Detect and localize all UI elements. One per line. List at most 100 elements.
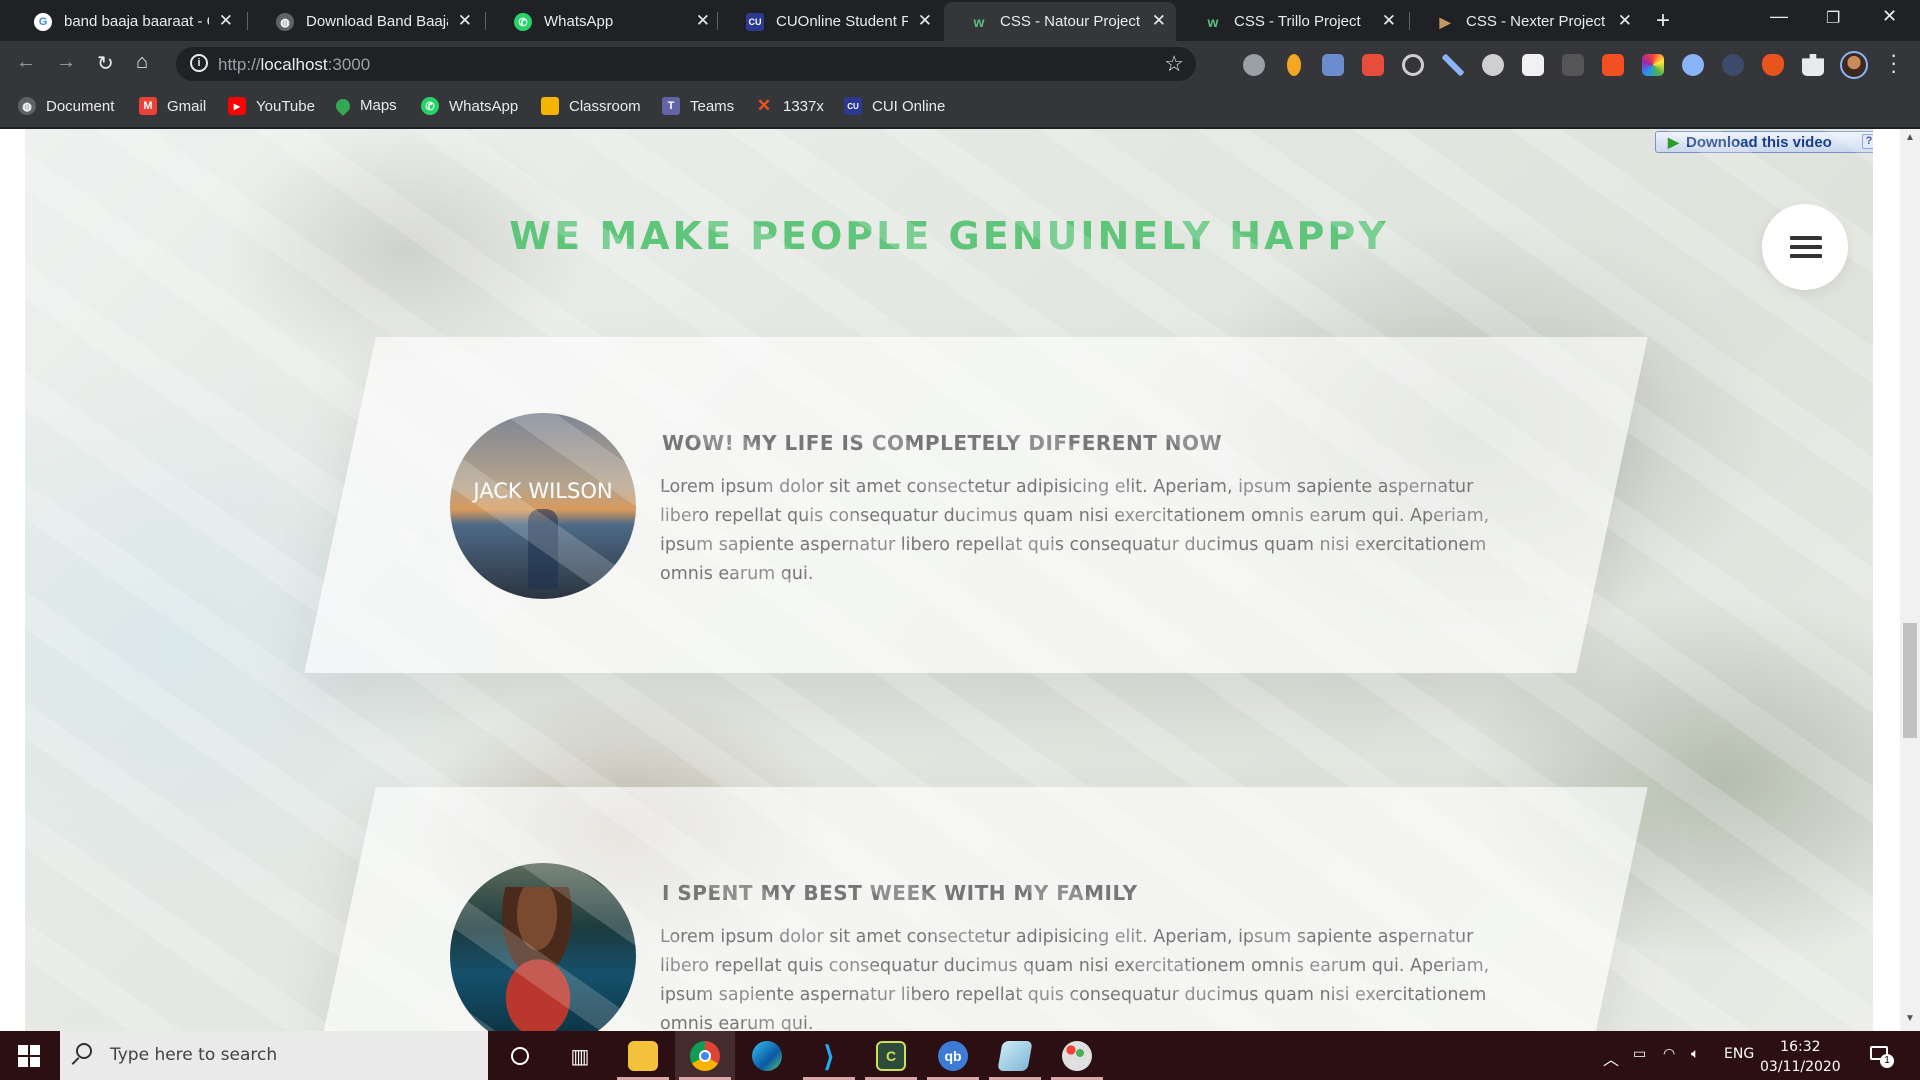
tab-cuonline[interactable]: CU CUOnline Student Portal ✕ <box>720 2 942 41</box>
wifi-icon[interactable]: ◠ <box>1663 1046 1675 1062</box>
taskbar-vscode[interactable]: ⟩ <box>799 1031 859 1080</box>
search-placeholder: Type here to search <box>110 1045 278 1065</box>
bookmark-youtube[interactable]: ▶ YouTube <box>228 97 315 115</box>
tab-natour-project[interactable]: ᴡ CSS - Natour Project ✕ <box>944 2 1176 41</box>
browser-toolbar: ← → ↻ ⌂ i http://localhost:3000 ☆ · · · <box>0 41 1920 88</box>
restore-button[interactable]: ❐ <box>1826 8 1840 28</box>
bookmark-gmail[interactable]: M Gmail <box>139 97 206 115</box>
extension-icon[interactable] <box>1402 54 1424 76</box>
chevron-up-icon[interactable]: ︿ <box>1603 1046 1619 1070</box>
tab-whatsapp[interactable]: ✆ WhatsApp ✕ <box>488 2 720 41</box>
bookmarks-bar: ◍ Document M Gmail ▶ YouTube Maps ✆ WhatsApp… <box>0 88 1920 128</box>
tab-trillo-project[interactable]: ᴡ CSS - Trillo Project ✕ <box>1178 2 1406 41</box>
story-photo[interactable] <box>450 863 636 1031</box>
taskbar-chrome[interactable] <box>675 1031 735 1080</box>
close-icon[interactable]: ✕ <box>219 11 233 31</box>
extension-icon[interactable] <box>1287 54 1301 76</box>
cui-icon: CU <box>746 13 764 31</box>
extension-icon[interactable] <box>1243 54 1265 76</box>
close-icon[interactable]: ✕ <box>1618 11 1632 31</box>
cui-icon: CU <box>844 97 862 115</box>
windows-taskbar: Type here to search ▥ ⟩ C qb ︿ ▭ ◠ 🔈︎ EN… <box>0 1031 1920 1080</box>
extension-icon[interactable] <box>1682 54 1704 76</box>
forward-arrow-icon[interactable]: → <box>56 51 76 74</box>
battery-icon[interactable]: ▭ <box>1633 1046 1646 1062</box>
whatsapp-icon: ✆ <box>421 97 439 115</box>
vertical-scrollbar[interactable]: ▲ ▼ <box>1900 129 1920 1031</box>
extension-icon[interactable] <box>1322 54 1344 76</box>
download-video-bar[interactable]: ▶ Download this video ? ✕ <box>1655 131 1895 153</box>
tab-title: band baaja baaraat - Google Search <box>64 13 209 30</box>
avatar[interactable] <box>1840 51 1868 79</box>
scroll-up-icon[interactable]: ▲ <box>1905 132 1915 143</box>
bookmark-classroom[interactable]: Classroom <box>541 97 641 115</box>
task-view-icon[interactable]: ▥ <box>563 1039 597 1073</box>
extension-icon[interactable] <box>1442 54 1464 76</box>
story-text: Lorem ipsum dolor sit amet consectetur a… <box>660 927 1490 1031</box>
minimize-button[interactable]: — <box>1770 6 1788 27</box>
bookmark-cui-online[interactable]: CU CUI Online <box>844 97 945 115</box>
extension-icon[interactable] <box>1362 54 1384 76</box>
story-card: I SPENT MY BEST WEEK WITH MY FAMILY Lore… <box>304 787 1648 1031</box>
notification-center-icon[interactable]: 1 <box>1870 1044 1894 1068</box>
bookmark-teams[interactable]: T Teams <box>662 97 734 115</box>
reload-icon[interactable]: ↻ <box>97 51 114 76</box>
story-photo[interactable]: Jack Wilson <box>450 413 636 599</box>
extension-icon[interactable] <box>1602 54 1624 76</box>
hamburger-icon <box>1790 236 1822 240</box>
close-icon[interactable]: ✕ <box>458 11 472 31</box>
taskbar-qbittorrent[interactable]: qb <box>923 1031 983 1080</box>
cortana-icon[interactable] <box>503 1039 537 1073</box>
bookmark-whatsapp[interactable]: ✆ WhatsApp <box>421 97 518 115</box>
scroll-down-icon[interactable]: ▼ <box>1905 1013 1915 1024</box>
tab-title: CSS - Natour Project <box>1000 13 1141 30</box>
taskbar-notepad[interactable] <box>985 1031 1045 1080</box>
natours-icon: ᴡ <box>1207 14 1219 30</box>
tab-nexter-project[interactable]: ▶ CSS - Nexter Project ✕ <box>1410 2 1642 41</box>
puzzle-icon[interactable] <box>1802 54 1824 76</box>
extension-icon[interactable] <box>1722 54 1744 76</box>
new-tab-button[interactable]: + <box>1656 7 1670 35</box>
address-bar[interactable]: i http://localhost:3000 ☆ <box>176 47 1196 81</box>
nexter-icon: ▶ <box>1439 13 1451 30</box>
close-icon[interactable]: ✕ <box>918 11 932 31</box>
language-indicator[interactable]: ENG <box>1724 1046 1754 1062</box>
info-icon[interactable]: i <box>190 54 208 72</box>
cpanel-icon: C <box>876 1041 906 1071</box>
taskbar-clock[interactable]: 16:32 03/11/2020 <box>1760 1037 1841 1077</box>
windows-start-icon[interactable] <box>18 1045 40 1067</box>
back-arrow-icon[interactable]: ← <box>16 51 36 74</box>
close-icon[interactable]: ✕ <box>1382 11 1396 31</box>
extension-icon[interactable] <box>1522 54 1544 76</box>
vscode-icon: ⟩ <box>823 1040 835 1072</box>
bookmark-maps[interactable]: Maps <box>333 95 397 116</box>
story-title: I SPENT MY BEST WEEK WITH MY FAMILY <box>662 881 1138 905</box>
volume-icon[interactable]: 🔈︎ <box>1691 1046 1699 1062</box>
taskbar-edge[interactable] <box>737 1031 797 1080</box>
close-icon[interactable]: ✕ <box>1152 11 1166 31</box>
extension-icon[interactable] <box>1762 54 1784 76</box>
chrome-icon <box>690 1041 720 1071</box>
url-text[interactable]: http://localhost:3000 <box>218 55 370 75</box>
extension-icon[interactable] <box>1642 54 1664 76</box>
menu-toggle-button[interactable] <box>1762 204 1848 290</box>
tab-google-search[interactable]: G band baaja baaraat - Google Search ✕ <box>8 2 243 41</box>
window-close-button[interactable]: ✕ <box>1882 6 1897 27</box>
story-photo-caption: Jack Wilson <box>473 479 613 503</box>
bookmark-star-icon[interactable]: ☆ <box>1164 51 1184 77</box>
tab-download-band-baaja[interactable]: ◍ Download Band Baaja Baaraat ✕ <box>250 2 482 41</box>
taskbar-paint[interactable] <box>1047 1031 1107 1080</box>
bookmark-1337x[interactable]: ✕ 1337x <box>755 96 824 115</box>
bookmark-document[interactable]: ◍ Document <box>18 97 114 115</box>
close-icon[interactable]: ✕ <box>696 11 710 31</box>
extension-icon[interactable] <box>1482 54 1504 76</box>
extension-icon[interactable] <box>1562 54 1584 76</box>
story-card-background <box>304 787 1648 1031</box>
paint-icon <box>1062 1041 1092 1071</box>
taskbar-search-input[interactable]: Type here to search <box>60 1031 488 1080</box>
taskbar-cpanel[interactable]: C <box>861 1031 921 1080</box>
home-icon[interactable]: ⌂ <box>136 51 148 74</box>
kebab-menu-icon[interactable]: · · · <box>1890 44 1897 82</box>
scrollbar-thumb[interactable] <box>1903 623 1917 738</box>
taskbar-file-explorer[interactable] <box>613 1031 673 1080</box>
